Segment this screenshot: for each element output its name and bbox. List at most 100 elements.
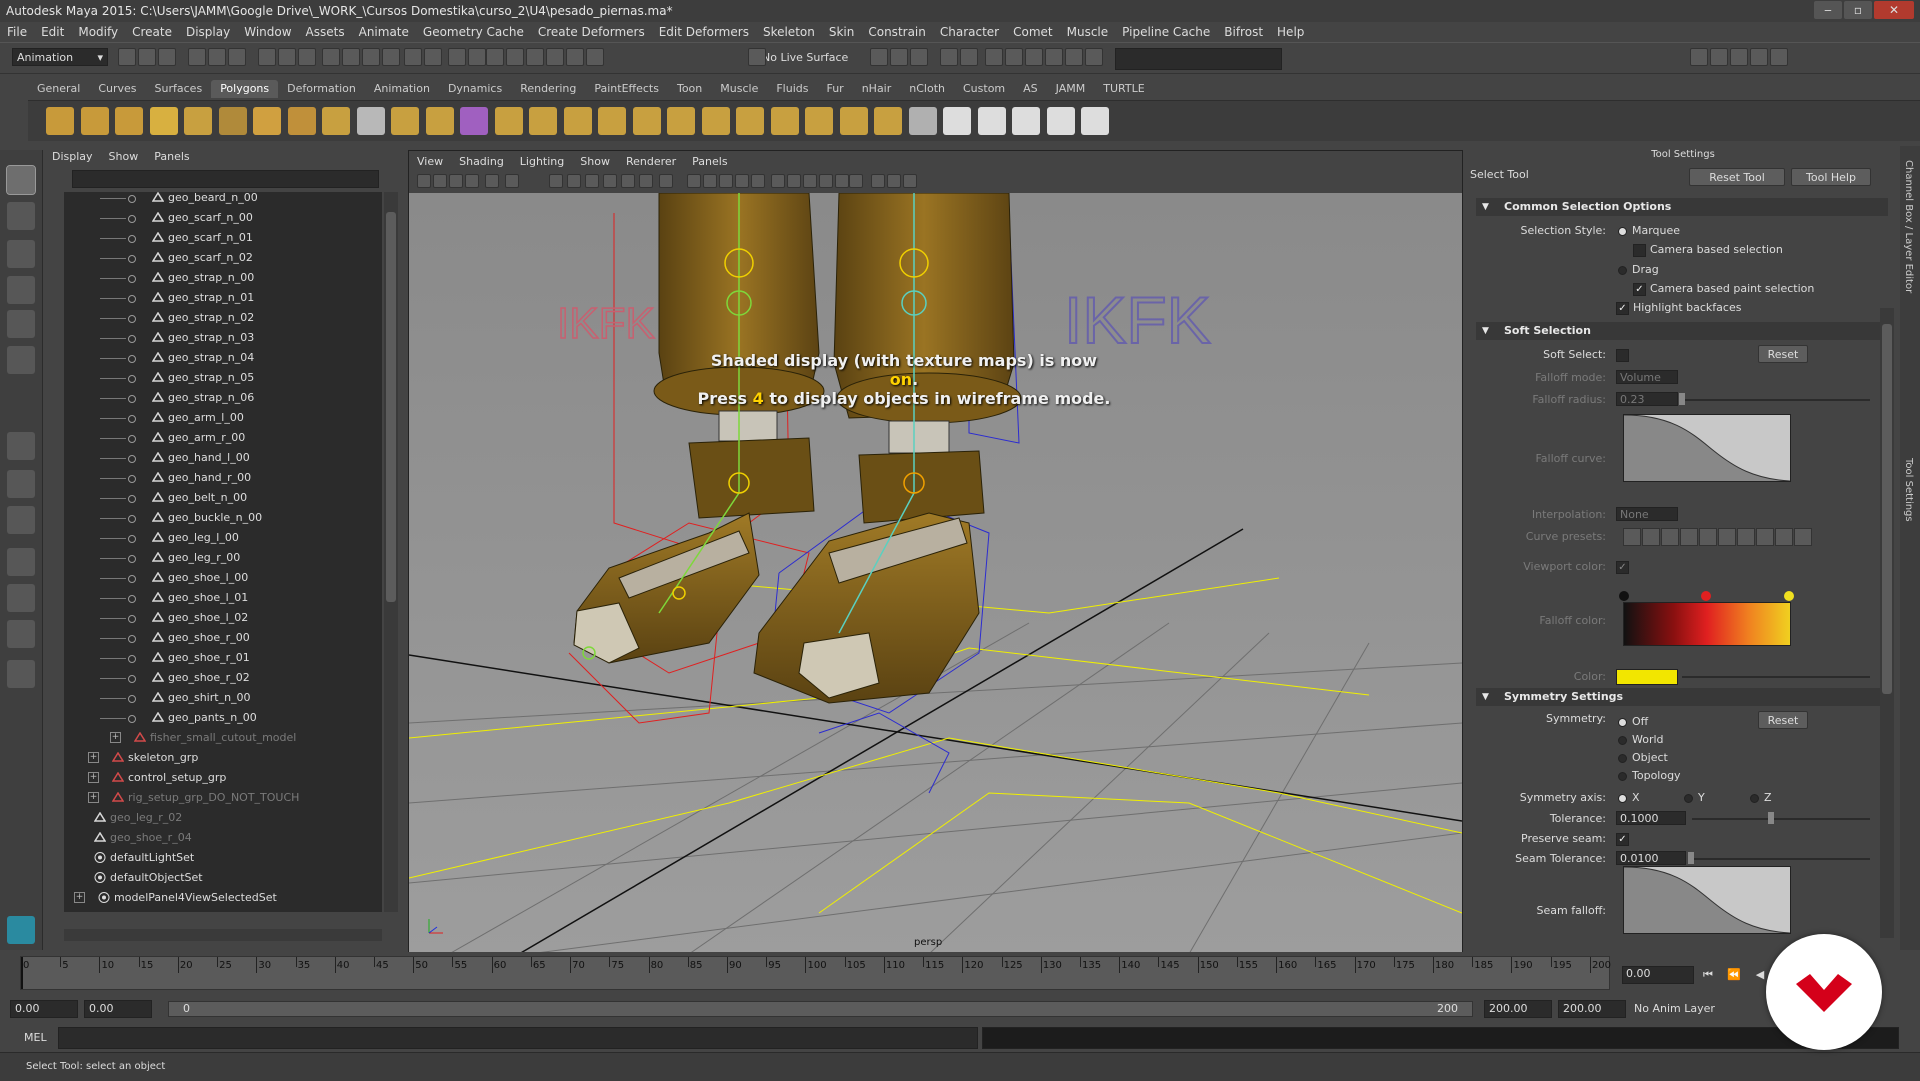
axis-z-radio[interactable]: [1750, 794, 1759, 803]
viewport-tool-icon[interactable]: [449, 174, 463, 188]
status-tool-icon[interactable]: [1690, 48, 1708, 66]
status-tool-icon[interactable]: [118, 48, 136, 66]
viewport-menu-show[interactable]: Show: [572, 151, 618, 172]
viewport-menu-view[interactable]: View: [409, 151, 451, 172]
outliner-item[interactable]: geo_beard_n_00: [64, 192, 382, 208]
shelf-tab-curves[interactable]: Curves: [89, 80, 145, 98]
falloff-mode-dropdown[interactable]: Volume: [1616, 370, 1678, 384]
mel-input[interactable]: [58, 1027, 978, 1049]
outliner-item[interactable]: + modelPanel4ViewSelectedSet: [64, 888, 382, 908]
shelf-tool-icon[interactable]: [287, 107, 316, 135]
expand-icon[interactable]: +: [74, 892, 85, 903]
menu-character[interactable]: Character: [933, 22, 1006, 42]
shelf-tab-surfaces[interactable]: Surfaces: [146, 80, 212, 98]
viewport-tool-icon[interactable]: [751, 174, 765, 188]
tolerance-thumb[interactable]: [1768, 812, 1774, 824]
curve-preset-button[interactable]: [1699, 528, 1717, 546]
menu-create-deformers[interactable]: Create Deformers: [531, 22, 652, 42]
maximize-button[interactable]: ▫: [1844, 1, 1872, 19]
toolbox-tool[interactable]: [7, 660, 35, 688]
section-soft-selection[interactable]: ▼ Soft Selection: [1476, 322, 1888, 340]
shelf-tool-icon[interactable]: [149, 107, 178, 135]
axis-x-radio[interactable]: [1618, 794, 1627, 803]
tolerance-field[interactable]: 0.1000: [1616, 811, 1686, 825]
shelf-tool-icon[interactable]: [529, 107, 557, 135]
shelf-tab-jamm[interactable]: JAMM: [1047, 80, 1095, 98]
status-tool-icon[interactable]: [870, 48, 888, 66]
menu-skeleton[interactable]: Skeleton: [756, 22, 822, 42]
symmetry-off-radio[interactable]: [1618, 718, 1627, 727]
shelf-tab-ncloth[interactable]: nCloth: [900, 80, 954, 98]
section-symmetry[interactable]: ▼ Symmetry Settings: [1476, 688, 1888, 706]
status-tool-icon[interactable]: [748, 48, 766, 66]
shelf-tab-animation[interactable]: Animation: [365, 80, 439, 98]
outliner-item[interactable]: geo_leg_r_00: [64, 548, 382, 568]
toolbox-tool[interactable]: [7, 548, 35, 576]
outliner-item[interactable]: geo_strap_n_02: [64, 308, 382, 328]
status-tool-icon[interactable]: [362, 48, 380, 66]
seam-tolerance-field[interactable]: 0.0100: [1616, 851, 1686, 865]
outliner-item[interactable]: geo_shoe_l_02: [64, 608, 382, 628]
preserve-seam-checkbox[interactable]: ✓: [1616, 833, 1629, 846]
outliner-item[interactable]: geo_scarf_n_02: [64, 248, 382, 268]
toolbox-tool[interactable]: [7, 346, 35, 374]
curve-preset-button[interactable]: [1680, 528, 1698, 546]
shelf-tab-as[interactable]: AS: [1014, 80, 1047, 98]
shelf-tool-icon[interactable]: [391, 107, 419, 135]
animation-start-field[interactable]: 0.00: [10, 1000, 78, 1018]
status-tool-icon[interactable]: [940, 48, 958, 66]
shelf-tool-icon[interactable]: [218, 107, 247, 135]
shelf-tool-icon[interactable]: [736, 107, 764, 135]
playback-button[interactable]: ⏮: [1700, 967, 1716, 983]
toolbox-tool[interactable]: [7, 584, 35, 612]
status-tool-icon[interactable]: [342, 48, 360, 66]
status-tool-icon[interactable]: [258, 48, 276, 66]
status-tool-icon[interactable]: [138, 48, 156, 66]
falloff-radius-thumb[interactable]: [1679, 393, 1685, 405]
viewport-tool-icon[interactable]: [621, 174, 635, 188]
shelf-tool-icon[interactable]: [770, 107, 799, 135]
menu-window[interactable]: Window: [237, 22, 298, 42]
outliner-item[interactable]: geo_shoe_r_02: [64, 668, 382, 688]
shelf-tab-turtle[interactable]: TURTLE: [1094, 80, 1153, 98]
curve-preset-button[interactable]: [1661, 528, 1679, 546]
menu-display[interactable]: Display: [179, 22, 237, 42]
shelf-tab-fluids[interactable]: Fluids: [767, 80, 817, 98]
viewport-tool-icon[interactable]: [603, 174, 617, 188]
curve-preset-button[interactable]: [1775, 528, 1793, 546]
side-tab-channel-box[interactable]: Channel Box / Layer Editor: [1903, 160, 1914, 293]
viewport-tool-icon[interactable]: [787, 174, 801, 188]
outliner-item[interactable]: defaultLightSet: [64, 848, 382, 868]
shelf-tool-icon[interactable]: [184, 107, 212, 135]
menu-file[interactable]: File: [0, 22, 34, 42]
marquee-radio[interactable]: [1618, 227, 1627, 236]
range-slider-bar[interactable]: 0 200: [168, 1001, 1473, 1017]
shelf-tab-custom[interactable]: Custom: [954, 80, 1014, 98]
side-tab-tool-settings[interactable]: Tool Settings: [1903, 458, 1914, 522]
outliner-item[interactable]: defaultObjectSet: [64, 868, 382, 888]
minimize-button[interactable]: ‒: [1814, 1, 1842, 19]
status-tool-icon[interactable]: [1730, 48, 1748, 66]
shelf-tab-nhair[interactable]: nHair: [853, 80, 901, 98]
status-tool-icon[interactable]: [566, 48, 584, 66]
viewport-scene[interactable]: IKFK IKFK: [409, 193, 1462, 954]
outliner-item[interactable]: geo_shoe_r_00: [64, 628, 382, 648]
status-tool-icon[interactable]: [526, 48, 544, 66]
menu-comet[interactable]: Comet: [1006, 22, 1060, 42]
viewport-tool-icon[interactable]: [903, 174, 917, 188]
expand-icon[interactable]: +: [88, 752, 99, 763]
status-tool-icon[interactable]: [424, 48, 442, 66]
mel-label[interactable]: MEL: [24, 1031, 47, 1044]
status-tool-icon[interactable]: [1025, 48, 1043, 66]
outliner-menu-show[interactable]: Show: [101, 146, 147, 167]
status-tool-icon[interactable]: [468, 48, 486, 66]
status-tool-icon[interactable]: [586, 48, 604, 66]
outliner-item[interactable]: + control_setup_grp: [64, 768, 382, 788]
camera-based-selection-checkbox[interactable]: [1633, 244, 1646, 257]
falloff-color-ramp[interactable]: [1623, 602, 1791, 646]
viewport-menu-renderer[interactable]: Renderer: [618, 151, 684, 172]
curve-preset-button[interactable]: [1642, 528, 1660, 546]
status-tool-icon[interactable]: [890, 48, 908, 66]
viewport-tool-icon[interactable]: [433, 174, 447, 188]
viewport-tool-icon[interactable]: [849, 174, 863, 188]
